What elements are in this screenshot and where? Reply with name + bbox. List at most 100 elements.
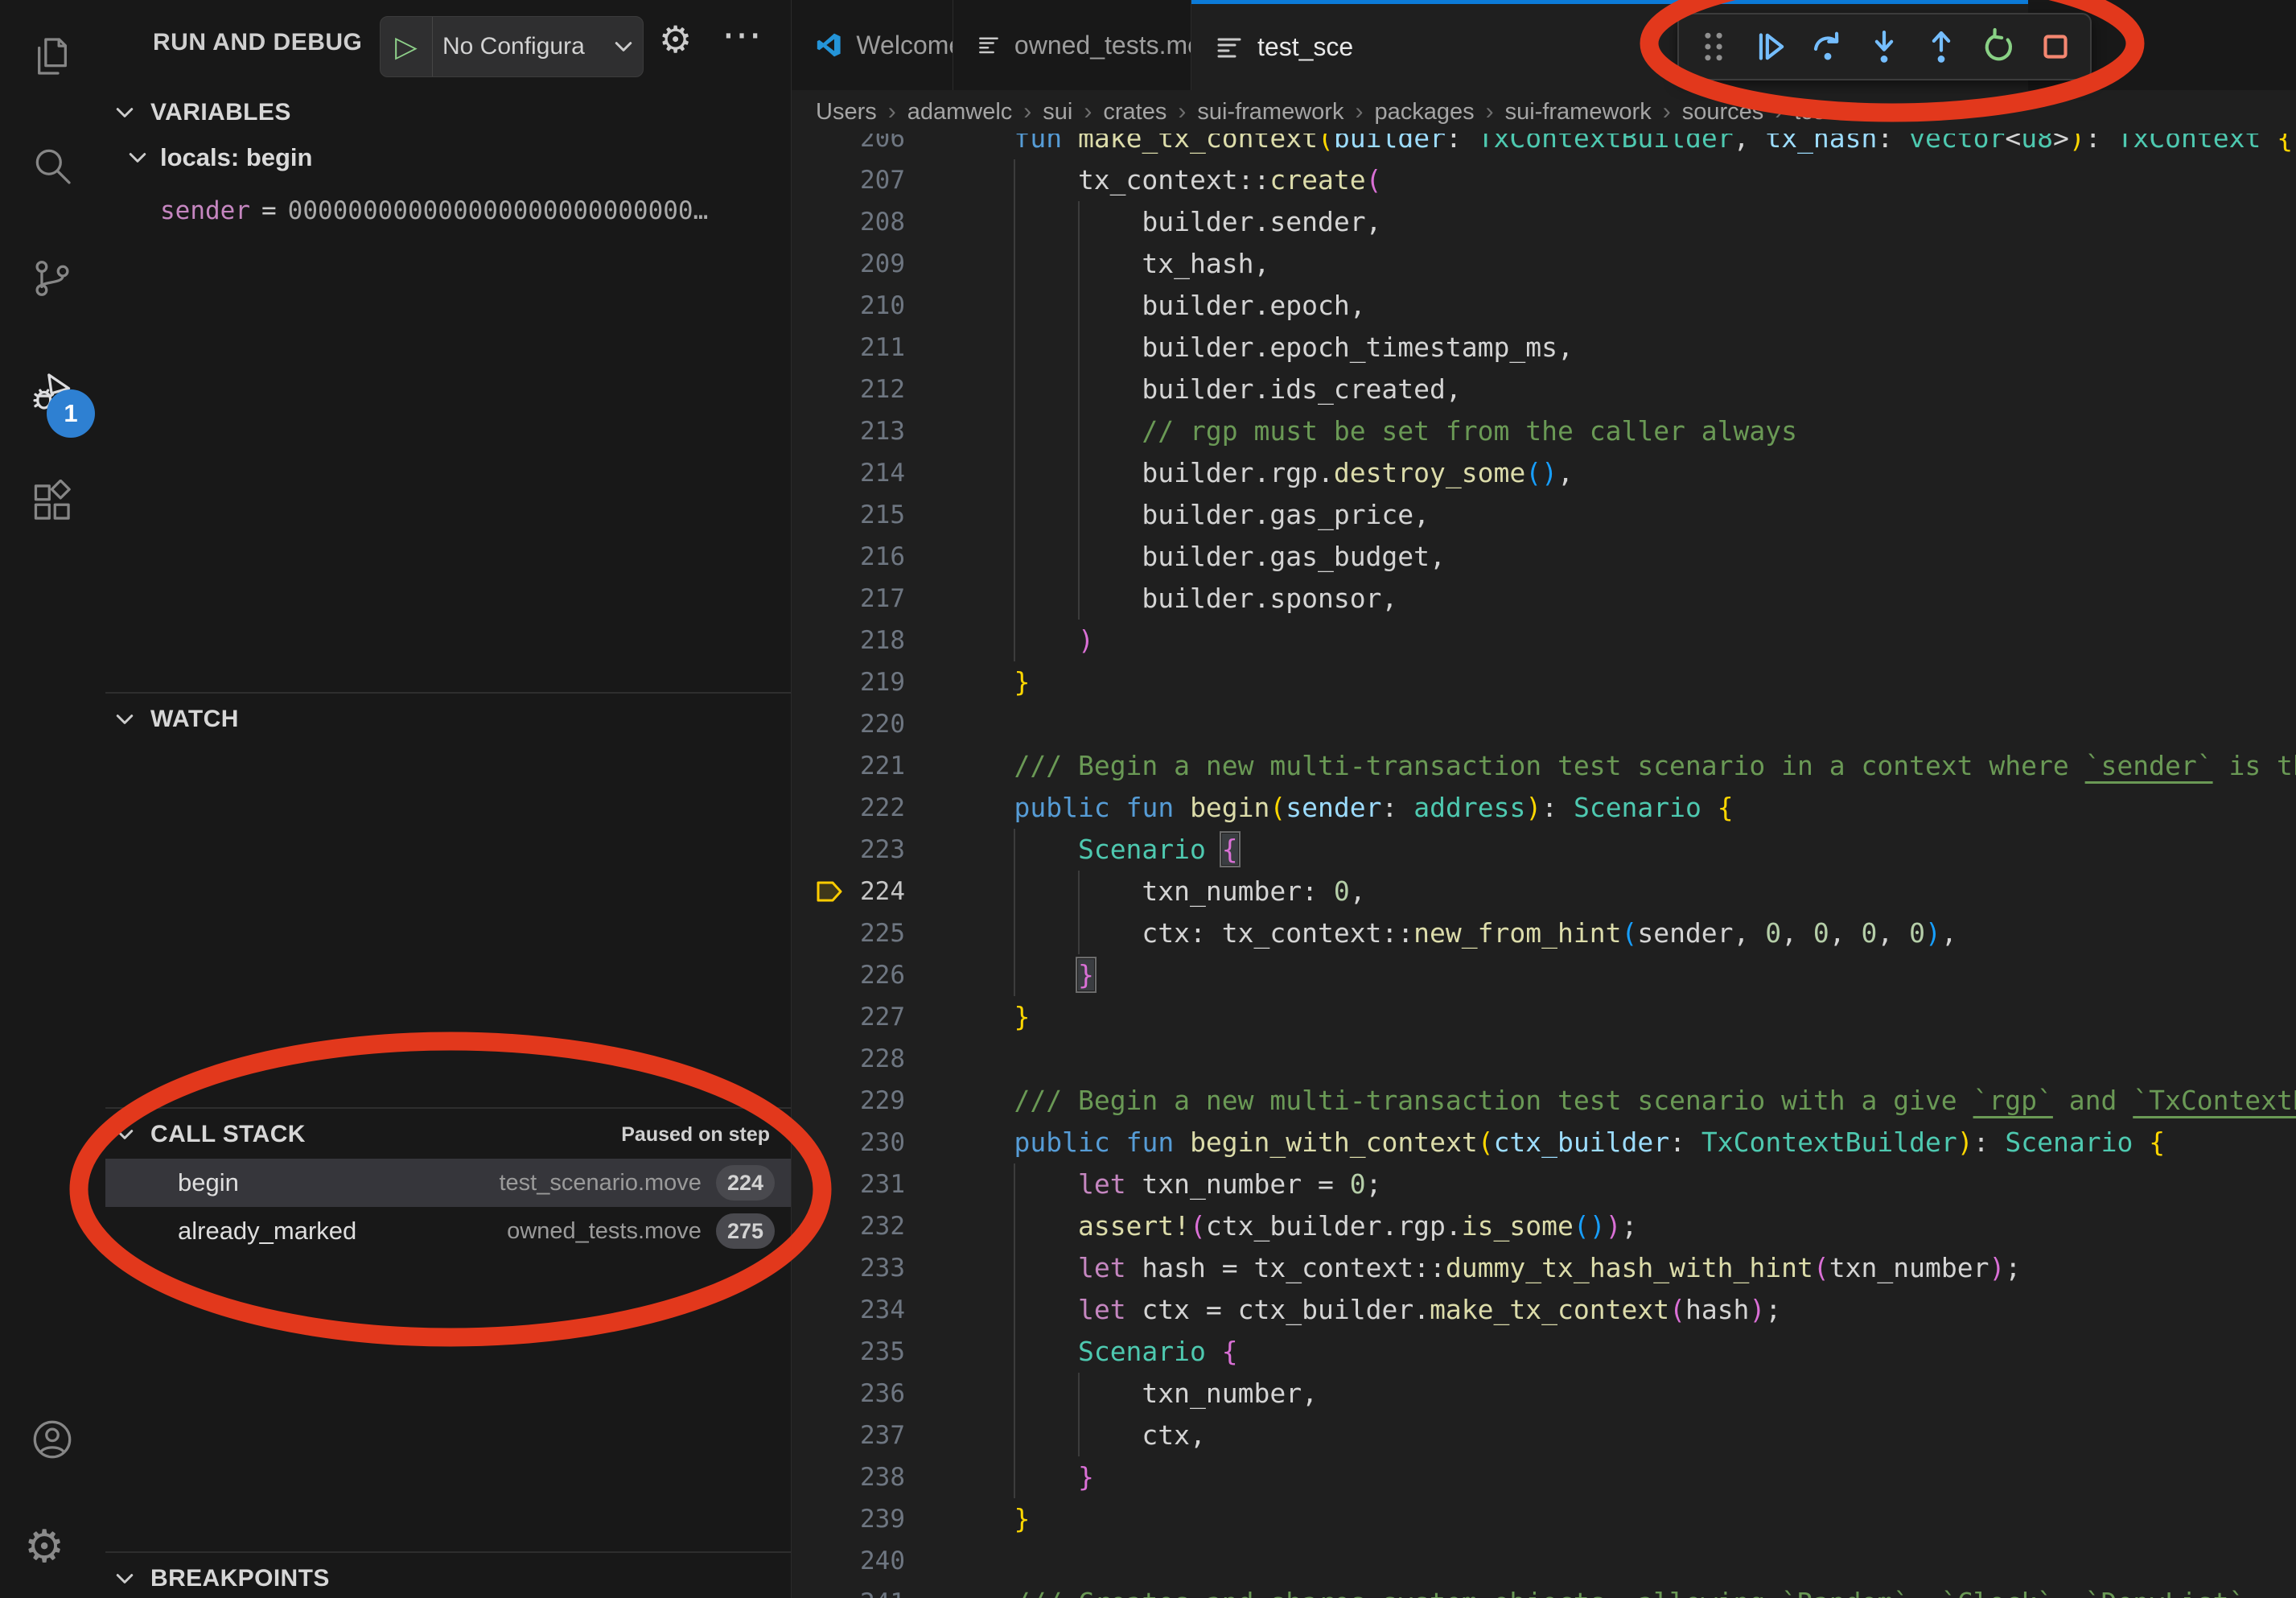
line-number[interactable]: 219 (792, 661, 950, 703)
breadcrumb-item[interactable]: sources (1682, 99, 1764, 126)
breakpoints-section-header[interactable]: BREAKPOINTS (105, 1556, 791, 1598)
line-number[interactable]: 239 (792, 1498, 950, 1540)
code-line[interactable]: 234 let ctx = ctx_builder.make_tx_contex… (792, 1289, 2296, 1331)
call-stack-section-header[interactable]: CALL STACK Paused on step (105, 1112, 791, 1157)
code-line[interactable]: 209 tx_hash, (792, 243, 2296, 285)
continue-button[interactable] (1748, 24, 1793, 69)
line-number[interactable]: 208 (792, 201, 950, 243)
line-number[interactable]: 220 (792, 703, 950, 745)
line-number[interactable]: 223 (792, 829, 950, 871)
code-line[interactable]: 214 builder.rgp.destroy_some(), (792, 452, 2296, 494)
line-number[interactable]: 234 (792, 1289, 950, 1331)
code-text[interactable]: let hash = tx_context::dummy_tx_hash_wit… (950, 1247, 2296, 1289)
step-into-button[interactable] (1862, 24, 1907, 69)
code-line[interactable]: 238 } (792, 1456, 2296, 1498)
code-line[interactable]: 241 /// Creates and shares system object… (792, 1582, 2296, 1598)
code-line[interactable]: 218 ) (792, 620, 2296, 661)
line-number[interactable]: 215 (792, 494, 950, 536)
explorer-icon[interactable] (30, 34, 75, 79)
code-text[interactable]: txn_number, (950, 1373, 2296, 1415)
code-line[interactable]: 208 builder.sender, (792, 201, 2296, 243)
code-text[interactable]: Scenario { (950, 829, 2296, 871)
line-number[interactable]: 214 (792, 452, 950, 494)
breadcrumb-item[interactable]: crates (1103, 99, 1167, 126)
line-number[interactable]: 232 (792, 1205, 950, 1247)
line-number[interactable]: 207 (792, 159, 950, 201)
code-line[interactable]: 217 builder.sponsor, (792, 578, 2296, 620)
code-line[interactable]: 223 Scenario { (792, 829, 2296, 871)
code-line[interactable]: 220 (792, 703, 2296, 745)
code-text[interactable]: // rgp must be set from the caller alway… (950, 410, 2296, 452)
code-text[interactable]: assert!(ctx_builder.rgp.is_some()); (950, 1205, 2296, 1247)
debug-config-label[interactable]: No Configura (433, 33, 612, 60)
line-number[interactable]: 209 (792, 243, 950, 285)
code-text[interactable] (950, 1540, 2296, 1582)
code-editor[interactable]: 206 fun make_tx_context(builder: TxConte… (792, 134, 2296, 1598)
start-debug-button[interactable]: ▷ No Configura (380, 16, 644, 77)
code-text[interactable]: } (950, 1456, 2296, 1498)
watch-section-header[interactable]: WATCH (105, 697, 791, 742)
code-line[interactable]: 228 (792, 1038, 2296, 1080)
line-number[interactable]: 233 (792, 1247, 950, 1289)
extensions-icon[interactable] (30, 480, 75, 525)
line-number[interactable]: 210 (792, 285, 950, 327)
code-text[interactable]: } (950, 996, 2296, 1038)
code-line[interactable]: 225 ctx: tx_context::new_from_hint(sende… (792, 912, 2296, 954)
line-number[interactable]: 231 (792, 1163, 950, 1205)
line-number[interactable]: 225 (792, 912, 950, 954)
code-text[interactable]: builder.gas_price, (950, 494, 2296, 536)
line-number[interactable]: 222 (792, 787, 950, 829)
code-line[interactable]: 212 builder.ids_created, (792, 369, 2296, 410)
code-text[interactable]: /// Begin a new multi-transaction test s… (950, 1080, 2296, 1122)
code-line[interactable]: 229 /// Begin a new multi-transaction te… (792, 1080, 2296, 1122)
code-text[interactable]: public fun begin(sender: address): Scena… (950, 787, 2296, 829)
breadcrumb-item[interactable]: test (1794, 99, 1832, 126)
line-number[interactable]: 237 (792, 1415, 950, 1456)
settings-gear-icon[interactable]: ⚙ (24, 1521, 64, 1573)
code-line[interactable]: 240 (792, 1540, 2296, 1582)
code-text[interactable]: public fun begin_with_context(ctx_builde… (950, 1122, 2296, 1163)
code-line[interactable]: 219 } (792, 661, 2296, 703)
code-text[interactable]: builder.rgp.destroy_some(), (950, 452, 2296, 494)
code-line[interactable]: 221 /// Begin a new multi-transaction te… (792, 745, 2296, 787)
breadcrumb-item[interactable]: adamwelc (907, 99, 1013, 126)
line-number[interactable]: 221 (792, 745, 950, 787)
breadcrumb-item[interactable]: packages (1374, 99, 1474, 126)
line-number[interactable]: 206 (792, 134, 950, 159)
code-line[interactable]: 216 builder.gas_budget, (792, 536, 2296, 578)
code-text[interactable]: builder.gas_budget, (950, 536, 2296, 578)
code-text[interactable]: builder.sender, (950, 201, 2296, 243)
code-line[interactable]: 230 public fun begin_with_context(ctx_bu… (792, 1122, 2296, 1163)
code-line[interactable]: 224 txn_number: 0, (792, 871, 2296, 912)
line-number[interactable]: 240 (792, 1540, 950, 1582)
line-number[interactable]: 230 (792, 1122, 950, 1163)
code-line[interactable]: 235 Scenario { (792, 1331, 2296, 1373)
callstack-frame[interactable]: already_markedowned_tests.move275 (105, 1207, 791, 1255)
line-number[interactable]: 217 (792, 578, 950, 620)
code-text[interactable]: builder.epoch, (950, 285, 2296, 327)
code-line[interactable]: 206 fun make_tx_context(builder: TxConte… (792, 134, 2296, 159)
debug-settings-gear-icon[interactable]: ⚙ (659, 18, 692, 61)
code-line[interactable]: 210 builder.epoch, (792, 285, 2296, 327)
line-number[interactable]: 241 (792, 1582, 950, 1598)
code-text[interactable]: txn_number: 0, (950, 871, 2296, 912)
callstack-frame[interactable]: begintest_scenario.move224 (105, 1159, 791, 1207)
code-line[interactable]: 222 public fun begin(sender: address): S… (792, 787, 2296, 829)
line-number[interactable]: 224 (792, 871, 950, 912)
code-text[interactable]: } (950, 954, 2296, 996)
line-number[interactable]: 228 (792, 1038, 950, 1080)
code-line[interactable]: 237 ctx, (792, 1415, 2296, 1456)
line-number[interactable]: 226 (792, 954, 950, 996)
code-text[interactable]: let ctx = ctx_builder.make_tx_context(ha… (950, 1289, 2296, 1331)
tab-owned-tests[interactable]: owned_tests.move (953, 0, 1191, 90)
code-text[interactable]: Scenario { (950, 1331, 2296, 1373)
code-line[interactable]: 226 } (792, 954, 2296, 996)
code-text[interactable]: ctx: tx_context::new_from_hint(sender, 0… (950, 912, 2296, 954)
step-out-button[interactable] (1919, 24, 1964, 69)
code-text[interactable]: tx_hash, (950, 243, 2296, 285)
code-text[interactable]: fun make_tx_context(builder: TxContextBu… (950, 134, 2296, 159)
code-line[interactable]: 233 let hash = tx_context::dummy_tx_hash… (792, 1247, 2296, 1289)
variable-row[interactable]: sender = 000000000000000000000000000… (160, 190, 708, 232)
code-line[interactable]: 211 builder.epoch_timestamp_ms, (792, 327, 2296, 369)
code-text[interactable]: } (950, 1498, 2296, 1540)
